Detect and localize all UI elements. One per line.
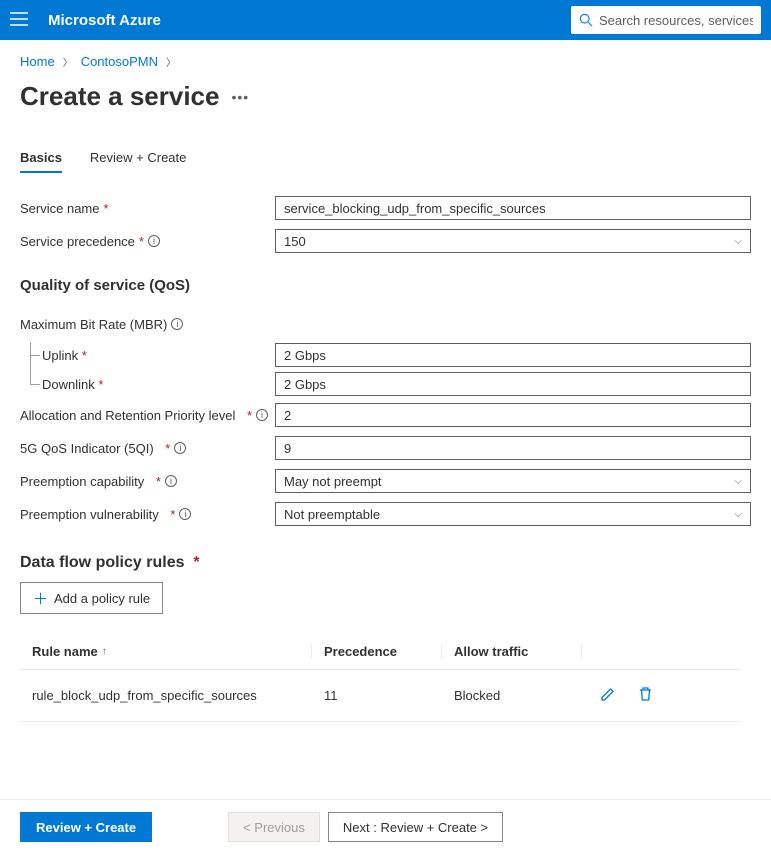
sort-ascending-icon: ↑ (102, 646, 107, 657)
next-button[interactable]: Next : Review + Create > (328, 812, 503, 842)
info-icon[interactable]: i (148, 235, 160, 247)
breadcrumb-resource[interactable]: ContosoPMN (81, 54, 158, 69)
service-name-input[interactable] (275, 196, 751, 220)
info-icon[interactable]: i (256, 409, 268, 421)
brand-label: Microsoft Azure (48, 12, 161, 29)
chevron-right-icon: 〉 (63, 54, 73, 69)
arp-input[interactable] (275, 403, 751, 427)
tab-review-create[interactable]: Review + Create (90, 150, 186, 173)
col-rule-name[interactable]: Rule name ↑ (32, 644, 312, 659)
required-indicator: * (98, 377, 103, 392)
preemption-vulnerability-label: Preemption vulnerability (20, 507, 159, 522)
mbr-label: Maximum Bit Rate (MBR) (20, 317, 167, 332)
menu-icon[interactable] (10, 12, 34, 29)
col-allow-traffic[interactable]: Allow traffic (442, 644, 582, 659)
rules-table: Rule name ↑ Precedence Allow traffic rul… (20, 634, 740, 722)
more-actions-icon[interactable]: ••• (231, 89, 249, 105)
plus-icon: ＋ (33, 588, 48, 609)
chevron-down-icon: ⌵ (734, 509, 742, 520)
downlink-label: Downlink (42, 377, 95, 392)
search-icon (579, 13, 593, 27)
search-input[interactable] (599, 13, 753, 28)
required-indicator: * (139, 234, 144, 249)
required-indicator: * (165, 441, 170, 456)
tree-connector-icon (30, 345, 40, 385)
required-indicator: * (170, 507, 175, 522)
review-create-button[interactable]: Review + Create (20, 812, 152, 842)
service-precedence-label: Service precedence (20, 234, 135, 249)
service-precedence-select[interactable]: 150 ⌵ (275, 229, 751, 253)
edit-icon[interactable] (600, 686, 616, 705)
tab-bar: Basics Review + Create (20, 150, 751, 174)
footer-actions: Review + Create < Previous Next : Review… (0, 799, 771, 854)
qos-heading: Quality of service (QoS) (20, 277, 751, 294)
prevul-value: Not preemptable (284, 507, 380, 522)
preemption-vulnerability-select[interactable]: Not preemptable ⌵ (275, 502, 751, 526)
cell-precedence: 11 (312, 688, 442, 703)
cell-allow: Blocked (442, 688, 582, 703)
col-name-label: Rule name (32, 644, 98, 659)
required-indicator: * (156, 474, 161, 489)
delete-icon[interactable] (638, 686, 653, 705)
service-name-label: Service name (20, 201, 99, 216)
required-indicator: * (103, 201, 108, 216)
chevron-down-icon: ⌵ (734, 236, 742, 247)
table-row: rule_block_udp_from_specific_sources 11 … (20, 670, 740, 722)
breadcrumb: Home 〉 ContosoPMN 〉 (20, 54, 751, 69)
info-icon[interactable]: i (179, 508, 191, 520)
page-title: Create a service (20, 81, 219, 112)
preemption-capability-select[interactable]: May not preempt ⌵ (275, 469, 751, 493)
breadcrumb-home[interactable]: Home (20, 54, 55, 69)
precedence-value: 150 (284, 234, 306, 249)
required-indicator: * (247, 408, 252, 423)
required-indicator: * (82, 348, 87, 363)
add-rule-label: Add a policy rule (54, 591, 150, 606)
tab-basics[interactable]: Basics (20, 150, 62, 173)
required-indicator: * (193, 554, 199, 571)
top-bar: Microsoft Azure (0, 0, 771, 40)
uplink-label: Uplink (42, 348, 78, 363)
table-header: Rule name ↑ Precedence Allow traffic (20, 634, 740, 670)
precap-value: May not preempt (284, 474, 382, 489)
fiveqi-input[interactable] (275, 436, 751, 460)
downlink-input[interactable] (275, 372, 751, 396)
arp-label: Allocation and Retention Priority level (20, 408, 235, 423)
dataflow-heading: Data flow policy rules (20, 554, 184, 571)
uplink-input[interactable] (275, 343, 751, 367)
info-icon[interactable]: i (174, 442, 186, 454)
previous-button: < Previous (228, 812, 320, 842)
fiveqi-label: 5G QoS Indicator (5QI) (20, 441, 154, 456)
chevron-down-icon: ⌵ (734, 476, 742, 487)
global-search[interactable] (571, 6, 761, 34)
info-icon[interactable]: i (171, 318, 183, 330)
info-icon[interactable]: i (165, 475, 177, 487)
cell-rule-name: rule_block_udp_from_specific_sources (32, 688, 312, 703)
preemption-capability-label: Preemption capability (20, 474, 144, 489)
add-policy-rule-button[interactable]: ＋ Add a policy rule (20, 582, 163, 614)
col-precedence[interactable]: Precedence (312, 644, 442, 659)
chevron-right-icon: 〉 (166, 54, 176, 69)
